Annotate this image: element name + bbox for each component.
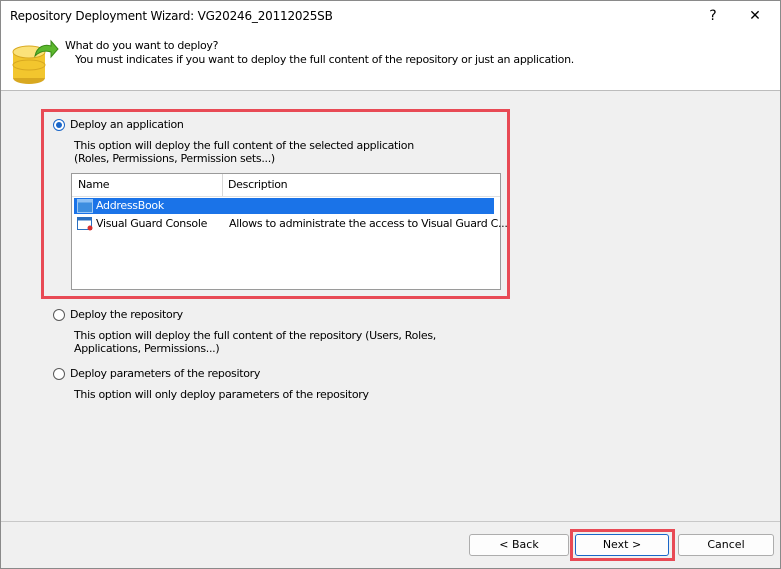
deploy-repository-label[interactable]: Deploy the repository xyxy=(70,308,183,321)
deploy-parameters-desc-line1: This option will only deploy parameters … xyxy=(74,388,369,401)
back-button[interactable]: < Back xyxy=(469,534,569,556)
close-button[interactable]: ✕ xyxy=(743,5,767,27)
deploy-repository-desc-line2: Applications, Permissions...) xyxy=(74,342,220,355)
deploy-application-desc-line2: (Roles, Permissions, Permission sets...) xyxy=(74,152,275,165)
deploy-repository-radio[interactable] xyxy=(53,309,65,321)
header-title: What do you want to deploy? xyxy=(65,39,219,52)
wizard-header: What do you want to deploy? You must ind… xyxy=(1,32,780,91)
deploy-application-label[interactable]: Deploy an application xyxy=(70,118,184,131)
help-button[interactable]: ? xyxy=(701,5,725,27)
deploy-parameters-radio[interactable] xyxy=(53,368,65,380)
application-icon xyxy=(77,199,93,213)
database-deploy-icon xyxy=(12,39,59,84)
window-title: Repository Deployment Wizard: VG20246_20… xyxy=(10,9,333,23)
row-name: AddressBook xyxy=(96,199,164,212)
deploy-application-desc-line1: This option will deploy the full content… xyxy=(74,139,414,152)
list-header: Name Description xyxy=(72,174,500,197)
next-button[interactable]: Next > xyxy=(575,534,669,556)
title-bar: Repository Deployment Wizard: VG20246_20… xyxy=(1,1,780,32)
column-header-description[interactable]: Description xyxy=(228,174,488,196)
cancel-button[interactable]: Cancel xyxy=(678,534,774,556)
row-description: Allows to administrate the access to Vis… xyxy=(229,217,508,230)
list-row-visual-guard-console[interactable]: Visual Guard Console Allows to administr… xyxy=(74,216,508,232)
deploy-application-radio[interactable] xyxy=(53,119,65,131)
row-name: Visual Guard Console xyxy=(96,217,208,230)
list-row-addressbook[interactable]: AddressBook xyxy=(74,198,494,214)
application-lock-icon xyxy=(77,217,93,231)
deploy-parameters-label[interactable]: Deploy parameters of the repository xyxy=(70,367,260,380)
application-list[interactable]: Name Description AddressBook Visual Guar… xyxy=(71,173,508,290)
footer-separator xyxy=(1,521,780,522)
wizard-window: Repository Deployment Wizard: VG20246_20… xyxy=(0,0,781,569)
header-subtitle: You must indicates if you want to deploy… xyxy=(75,53,574,66)
deploy-repository-desc-line1: This option will deploy the full content… xyxy=(74,329,436,342)
column-header-name[interactable]: Name xyxy=(78,174,223,196)
